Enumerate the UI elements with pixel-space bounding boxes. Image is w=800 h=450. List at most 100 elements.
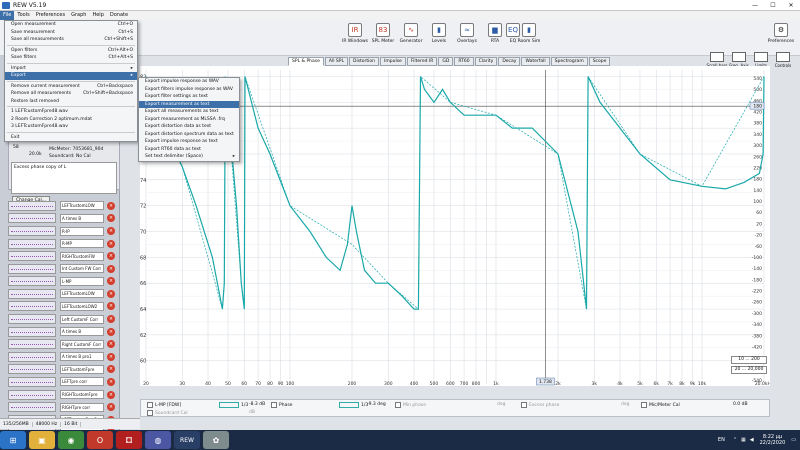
measurement-thumbnail[interactable]: [8, 351, 56, 362]
remove-measurement-icon[interactable]: ×: [107, 277, 115, 286]
tray-up-icon[interactable]: ⌃: [733, 437, 737, 443]
tab-all-spl[interactable]: All SPL: [324, 57, 348, 66]
export-menu-item[interactable]: Export impulse response as WAV: [139, 78, 239, 86]
tab-gd[interactable]: GD: [438, 57, 454, 66]
overlays-button[interactable]: ≈ Overlays: [454, 23, 480, 44]
measurement-thumbnail[interactable]: [8, 339, 56, 350]
menu-help[interactable]: Help: [89, 11, 106, 20]
maximize-button[interactable]: ☐: [764, 2, 782, 9]
legend-series[interactable]: L-MP [FDW]: [147, 402, 181, 408]
export-menu-item[interactable]: Export impulse response as text: [139, 138, 239, 146]
export-menu-item[interactable]: Export measurement as MLSSA .frq: [139, 116, 239, 124]
menu-item[interactable]: Exit: [5, 134, 137, 142]
generator-button[interactable]: ∿ Generator: [398, 23, 424, 44]
measurement-name[interactable]: A times B: [60, 213, 104, 223]
legend-excess-phase[interactable]: Excess phase: [521, 402, 559, 408]
list-item[interactable]: RIGHTcustomFW ×: [8, 250, 116, 262]
remove-measurement-icon[interactable]: ×: [107, 214, 115, 223]
minimize-button[interactable]: —: [746, 2, 764, 9]
measurement-name[interactable]: L-MP: [60, 276, 104, 286]
export-menu-item[interactable]: Export filters impulse response as WAV: [139, 86, 239, 94]
tab-filtered-ir[interactable]: Filtered IR: [406, 57, 438, 66]
rew-icon[interactable]: REW: [174, 431, 200, 449]
measurement-thumbnail[interactable]: [8, 326, 56, 337]
menu-item[interactable]: Save measurement Ctrl+S: [5, 29, 137, 37]
list-item[interactable]: R-MP ×: [8, 238, 116, 250]
language-indicator[interactable]: EN: [718, 437, 725, 443]
remove-measurement-icon[interactable]: ×: [107, 227, 115, 235]
measurement-name[interactable]: RIGHTcustomFW: [60, 251, 104, 261]
menu-item[interactable]: Remove current measurement Ctrl+Backspace: [5, 83, 137, 91]
menu-item[interactable]: Remove all measurements Ctrl+Shift+Backsp…: [5, 90, 137, 98]
measurement-name[interactable]: Int Custom FW Corr: [60, 264, 104, 274]
measurement-notes[interactable]: Excess phase copy of L: [11, 162, 117, 194]
measurement-thumbnail[interactable]: [8, 226, 56, 236]
room-sim-button[interactable]: ▮ Room Sim: [516, 23, 542, 44]
media-app-icon[interactable]: ◍: [145, 431, 171, 449]
list-item[interactable]: LEFTcustomLOW ×: [8, 200, 116, 212]
list-item[interactable]: A times B ×: [8, 326, 116, 338]
remove-measurement-icon[interactable]: ×: [107, 365, 115, 374]
list-item[interactable]: A times B pro1 ×: [8, 351, 116, 363]
measurement-thumbnail[interactable]: [8, 238, 56, 249]
measurement-name[interactable]: LEFTpre corr: [60, 377, 104, 387]
controls-button[interactable]: Controls: [772, 52, 794, 68]
tab-distortion[interactable]: Distortion: [348, 57, 380, 66]
measurement-thumbnail[interactable]: [8, 251, 56, 262]
measurement-thumbnail[interactable]: [8, 402, 56, 413]
export-menu-item[interactable]: Set text delimiter (Space) ▸: [139, 153, 239, 161]
export-menu-item[interactable]: Export distortion data as text: [139, 123, 239, 131]
list-item[interactable]: LEFTcustomFpre ×: [8, 364, 116, 376]
menu-item[interactable]: 2 Room Correction 2 optimum.mdat: [5, 116, 137, 124]
menu-tools[interactable]: Tools: [14, 11, 32, 20]
tab-clarity[interactable]: Clarity: [474, 57, 498, 66]
measurement-thumbnail[interactable]: [8, 263, 56, 274]
menu-item[interactable]: Open measurement Ctrl+O: [5, 21, 137, 29]
remove-measurement-icon[interactable]: ×: [107, 403, 115, 412]
remove-measurement-icon[interactable]: ×: [107, 201, 115, 210]
menu-file[interactable]: File: [0, 11, 15, 20]
tab-rt60[interactable]: RT60: [454, 57, 474, 66]
measurement-name[interactable]: A times B pro1: [60, 352, 104, 362]
menu-item[interactable]: Save all measurements Ctrl+Shift+S: [5, 36, 137, 44]
measurement-name[interactable]: Left CustomF Corr: [60, 314, 104, 324]
tab-spl-phase[interactable]: SPL & Phase: [288, 57, 324, 66]
chrome-icon[interactable]: ◉: [58, 431, 84, 449]
measurement-name[interactable]: LEFTcustomLOW2: [60, 301, 104, 311]
export-menu-item[interactable]: Export distortion spectrum data as text: [139, 131, 239, 139]
soundcard-cal-checkbox[interactable]: [147, 410, 153, 416]
list-item[interactable]: R-IP ×: [8, 225, 116, 237]
measurement-name[interactable]: A times B: [60, 327, 104, 337]
remove-measurement-icon[interactable]: ×: [107, 264, 115, 273]
menu-item[interactable]: Restore last removed: [5, 98, 137, 106]
measurement-name[interactable]: RIGHTpre corr: [60, 402, 104, 412]
legend-smoothing-1[interactable]: 1/3: [219, 402, 248, 408]
legend-min-phase[interactable]: Min phase: [395, 402, 426, 408]
spl-meter-button[interactable]: 83 SPL Meter: [370, 23, 396, 44]
clock[interactable]: 8:22 μμ 22/2/2020: [760, 434, 786, 446]
legend-smoothing-2[interactable]: 1/3: [339, 402, 368, 408]
remove-measurement-icon[interactable]: ×: [107, 302, 115, 311]
list-item[interactable]: LEFTcustomLOW ×: [8, 288, 116, 300]
list-item[interactable]: Int Custom FW Corr ×: [8, 263, 116, 275]
measurement-thumbnail[interactable]: [8, 376, 56, 387]
legend-mic-meter-cal[interactable]: Mic/Meter Cal: [641, 402, 680, 408]
tab-impulse[interactable]: Impulse: [380, 57, 406, 66]
remove-measurement-icon[interactable]: ×: [107, 239, 115, 248]
tab-waterfall[interactable]: Waterfall: [521, 57, 550, 66]
tab-decay[interactable]: Decay: [498, 57, 521, 66]
notifications-icon[interactable]: ▭: [791, 437, 796, 443]
measurement-name[interactable]: R-IP: [60, 226, 104, 236]
menu-graph[interactable]: Graph: [68, 11, 89, 20]
list-item[interactable]: LEFTpre corr ×: [8, 376, 116, 388]
legend-phase[interactable]: Phase: [271, 402, 292, 408]
list-item[interactable]: Right CustomF Corr ×: [8, 338, 116, 350]
menu-item[interactable]: Export ▸: [5, 72, 137, 80]
remove-measurement-icon[interactable]: ×: [107, 327, 115, 336]
measurement-name[interactable]: Right CustomF Corr: [60, 339, 104, 349]
remove-measurement-icon[interactable]: ×: [107, 289, 115, 298]
excess-phase-checkbox[interactable]: [521, 402, 527, 408]
ir-windows-button[interactable]: IR IR Windows: [342, 23, 368, 44]
export-menu-item[interactable]: Export RT60 data as text: [139, 146, 239, 154]
range-button-10-200[interactable]: 10 ... 200: [731, 356, 767, 364]
